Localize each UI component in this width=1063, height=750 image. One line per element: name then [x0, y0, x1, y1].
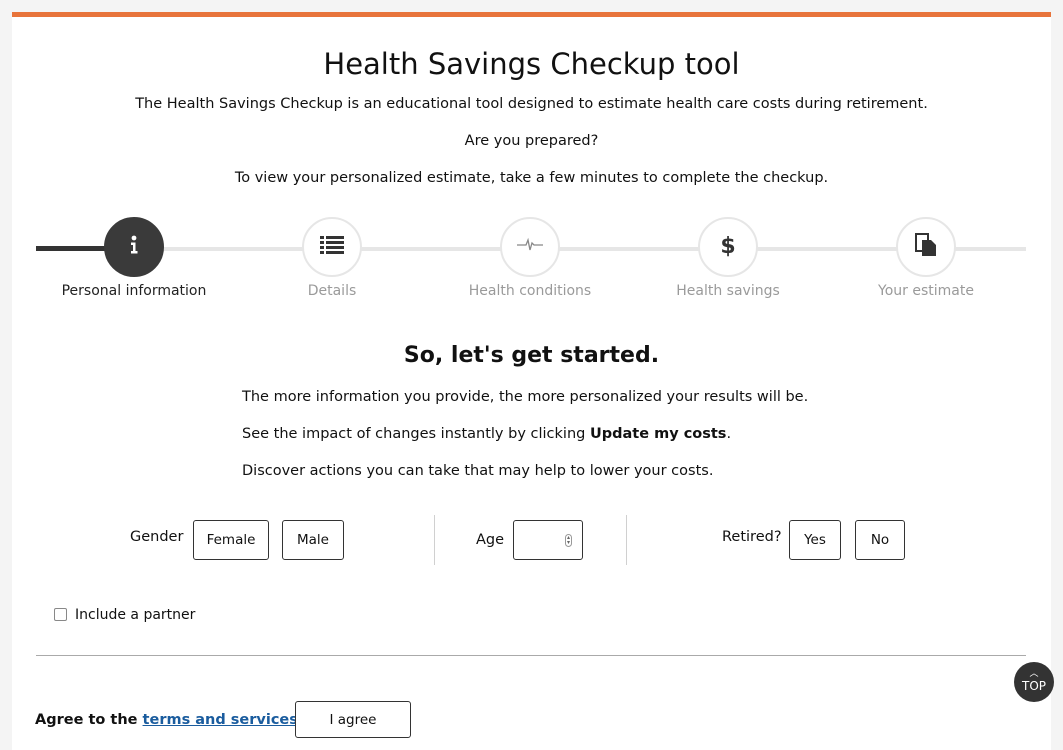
section-heading: So, let's get started.: [403, 343, 660, 368]
step-circle[interactable]: [302, 217, 362, 277]
include-partner-checkbox[interactable]: [54, 608, 67, 621]
update-costs-suffix: .: [726, 426, 732, 442]
step-label[interactable]: Health savings: [648, 283, 808, 299]
age-input[interactable]: ▴ ▾: [513, 520, 583, 560]
list-icon: [320, 235, 344, 259]
divider: [434, 515, 435, 565]
gender-label: Gender: [130, 529, 184, 545]
top-label: TOP: [1021, 679, 1046, 693]
divider: [36, 655, 1026, 656]
heartbeat-icon: [517, 237, 543, 257]
terms-link[interactable]: terms and services.: [143, 712, 304, 728]
step-circle[interactable]: [896, 217, 956, 277]
info-icon: [123, 234, 145, 260]
actions-line: Discover actions you can take that may h…: [242, 463, 714, 479]
retired-no-button[interactable]: No: [855, 520, 905, 560]
document-icon: [915, 233, 937, 261]
age-label: Age: [476, 532, 505, 548]
step-label[interactable]: Your estimate: [846, 283, 1006, 299]
chevron-up-icon: ︿: [1029, 669, 1039, 679]
update-costs-emphasis: Update my costs: [589, 426, 727, 442]
step-label[interactable]: Health conditions: [450, 283, 610, 299]
terms-text: Agree to the terms and services.: [35, 712, 303, 728]
step-label[interactable]: Personal information: [54, 283, 214, 299]
retired-yes-button[interactable]: Yes: [789, 520, 841, 560]
spinner-arrows-icon[interactable]: ▴ ▾: [565, 534, 572, 547]
svg-text:$: $: [720, 234, 735, 258]
page: Health Savings Checkup tool The Health S…: [12, 12, 1051, 750]
terms-prefix: Agree to the: [35, 712, 143, 728]
intro-text: The Health Savings Checkup is an educati…: [135, 96, 928, 112]
female-button[interactable]: Female: [193, 520, 269, 560]
male-button[interactable]: Male: [282, 520, 344, 560]
divider: [626, 515, 627, 565]
retired-label: Retired?: [722, 529, 782, 545]
include-partner-label[interactable]: Include a partner: [75, 607, 195, 623]
step-circle[interactable]: [500, 217, 560, 277]
instructions-text: To view your personalized estimate, take…: [234, 170, 829, 186]
step-circle[interactable]: [104, 217, 164, 277]
step-label[interactable]: Details: [252, 283, 412, 299]
page-title: Health Savings Checkup tool: [323, 47, 740, 81]
back-to-top-button[interactable]: ︿ TOP: [1014, 662, 1054, 702]
info-line: The more information you provide, the mo…: [242, 389, 809, 405]
prepared-question: Are you prepared?: [464, 133, 599, 149]
update-costs-prefix: See the impact of changes instantly by c…: [242, 426, 590, 442]
dollar-icon: $: [720, 232, 736, 262]
update-costs-line: See the impact of changes instantly by c…: [242, 426, 731, 442]
i-agree-button[interactable]: I agree: [295, 701, 411, 738]
step-circle[interactable]: $: [698, 217, 758, 277]
